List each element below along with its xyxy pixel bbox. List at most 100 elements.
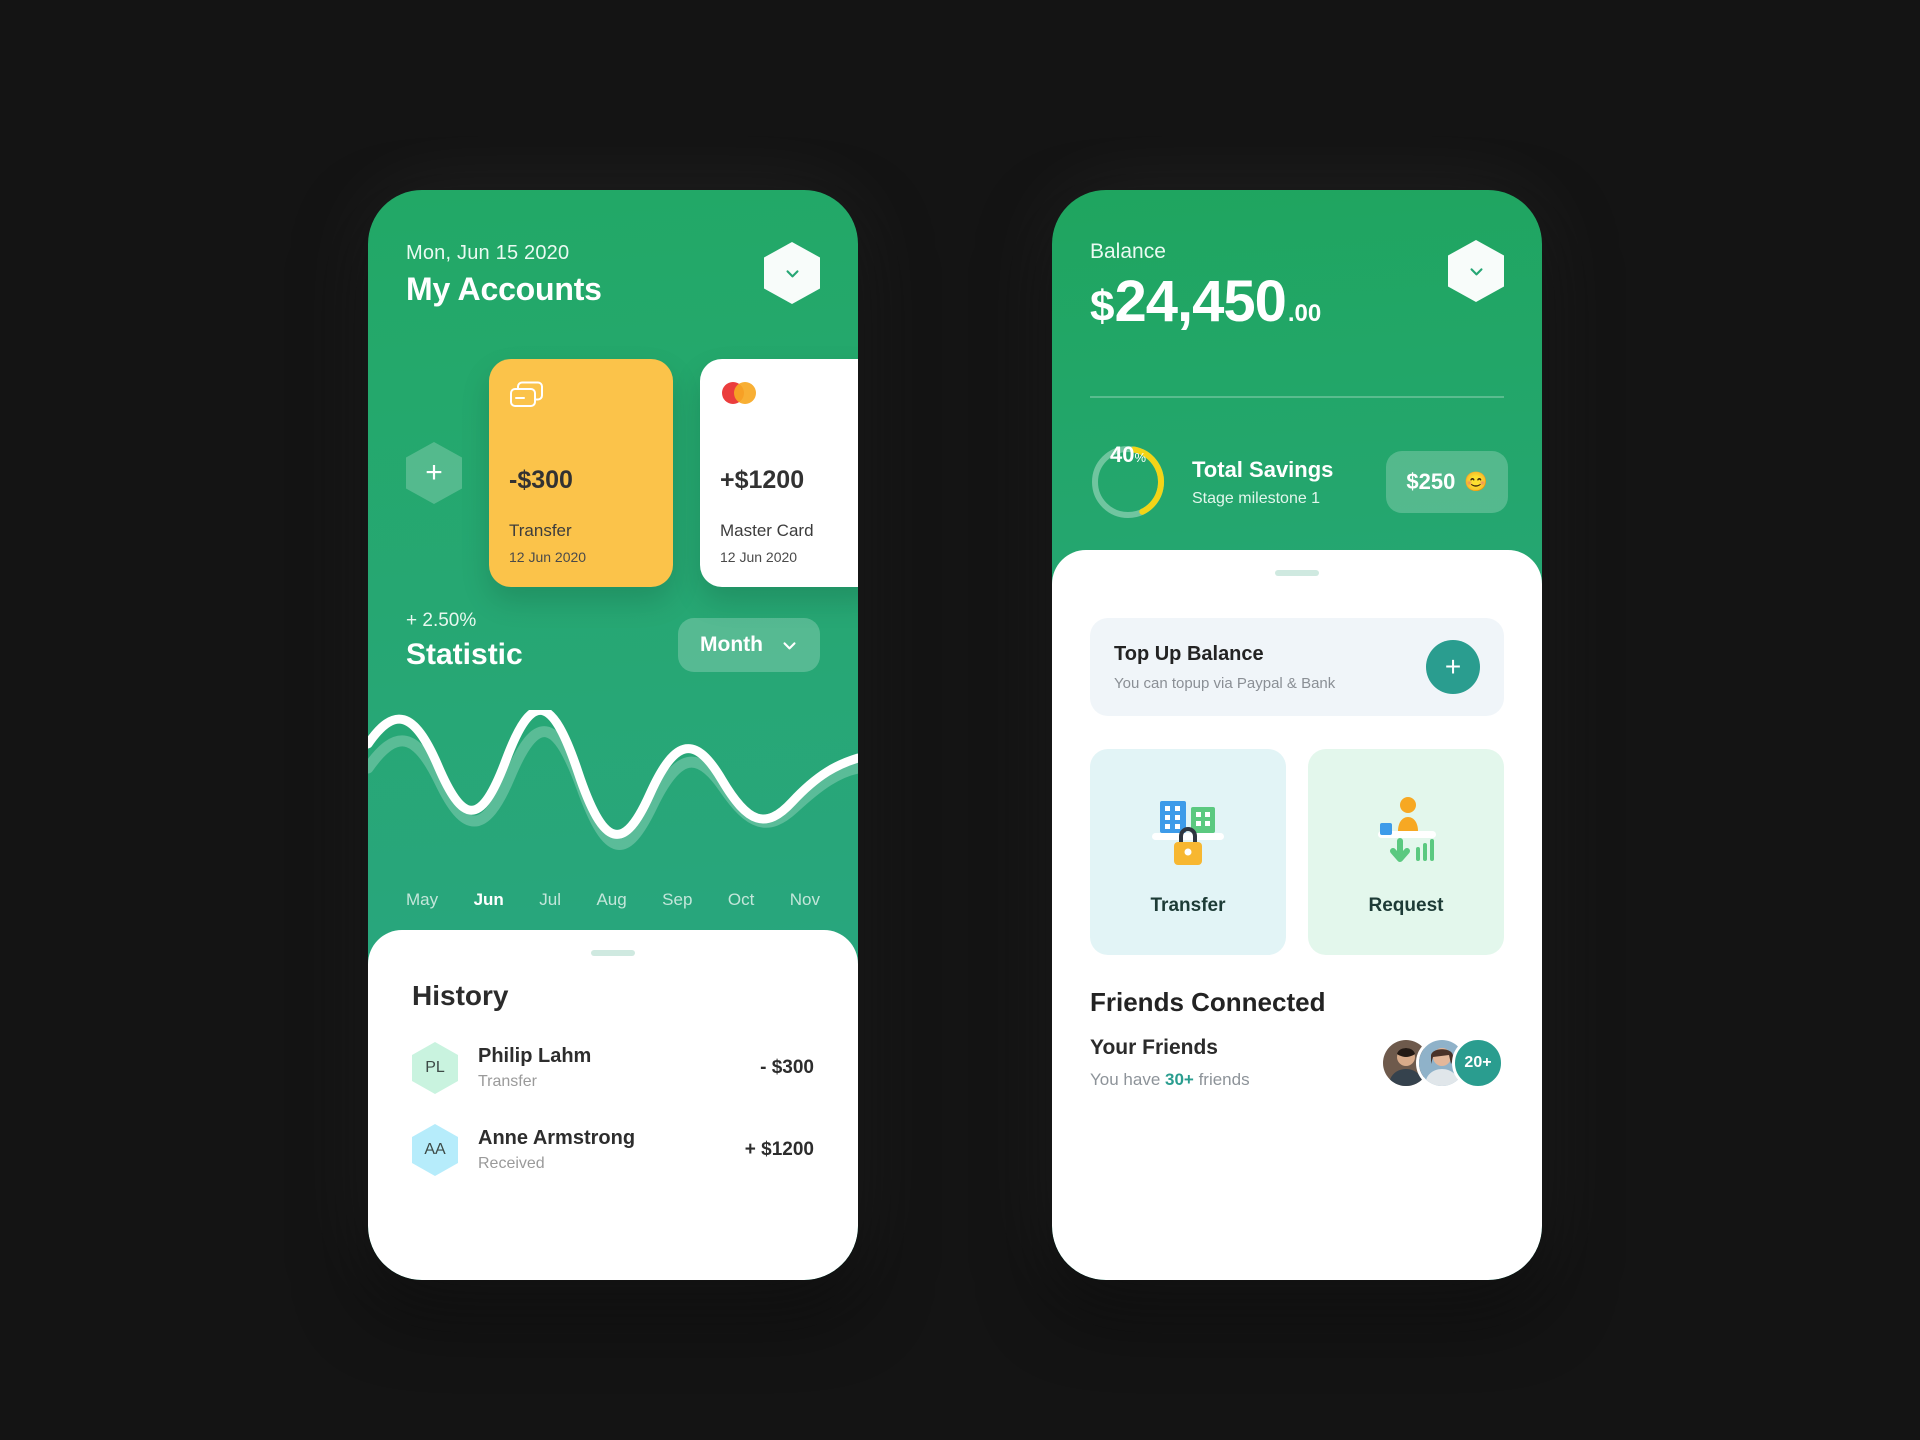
savings-percent-value: 40 bbox=[1109, 442, 1135, 467]
history-row[interactable]: AA Anne Armstrong Received + $1200 bbox=[412, 1124, 814, 1176]
statistic-title: Statistic bbox=[406, 638, 523, 671]
account-card-date: 12 Jun 2020 bbox=[509, 549, 587, 565]
history-row[interactable]: PL Philip Lahm Transfer - $300 bbox=[412, 1042, 814, 1094]
avatar-initials: PL bbox=[425, 1059, 445, 1076]
action-card-request[interactable]: Request bbox=[1308, 749, 1504, 955]
savings-title: Total Savings bbox=[1192, 456, 1334, 482]
account-card-date: 12 Jun 2020 bbox=[720, 549, 798, 565]
history-title: History bbox=[412, 980, 509, 1011]
header-divider bbox=[1090, 396, 1504, 398]
history-row-text: Anne Armstrong Received bbox=[478, 1127, 635, 1173]
history-name: Anne Armstrong bbox=[478, 1127, 636, 1149]
history-amount: - $300 bbox=[760, 1057, 814, 1078]
chevron-down-icon bbox=[785, 269, 799, 277]
friends-count-prefix: You have bbox=[1090, 1070, 1165, 1089]
friends-more-badge[interactable]: 20+ bbox=[1452, 1037, 1504, 1089]
avatar: AA bbox=[412, 1124, 458, 1176]
balance-bottom-sheet: Top Up Balance You can topup via Paypal … bbox=[1052, 550, 1542, 1280]
sheet-drag-handle[interactable] bbox=[1275, 570, 1319, 576]
month-tick-sep[interactable]: Sep bbox=[662, 890, 692, 910]
smiley-emoji-icon: 😊 bbox=[1464, 472, 1488, 493]
friends-count-text: You have 30+ friends bbox=[1090, 1070, 1250, 1090]
savings-amount: $250 bbox=[1406, 469, 1456, 494]
balance-label: Balance bbox=[1090, 240, 1166, 263]
savings-progress-ring: 40% bbox=[1088, 442, 1168, 522]
balance-amount: $ 24,450 .00 bbox=[1090, 268, 1321, 335]
savings-percent-symbol: % bbox=[1134, 450, 1147, 465]
accounts-card-carousel[interactable]: + -$300 Transfer 12 Jun 2020 +$1200 Mast… bbox=[406, 358, 858, 588]
avatar-initials: AA bbox=[424, 1141, 446, 1158]
plus-icon: + bbox=[425, 456, 443, 489]
chart-month-axis[interactable]: May Jun Jul Aug Sep Oct Nov bbox=[388, 890, 838, 910]
friends-count-value: 30+ bbox=[1165, 1070, 1194, 1089]
balance-header-text: Balance $ 24,450 .00 bbox=[1090, 240, 1321, 335]
chevron-down-icon bbox=[1469, 267, 1483, 275]
history-type: Received bbox=[478, 1155, 545, 1172]
account-card-mastercard[interactable]: +$1200 Master Card 12 Jun 2020 bbox=[700, 359, 858, 587]
range-selector-month[interactable]: Month bbox=[678, 618, 820, 672]
chevron-down-icon bbox=[783, 641, 796, 649]
top-up-add-button[interactable]: + bbox=[1426, 640, 1480, 694]
accounts-header-text: Mon, Jun 15 2020 My Accounts bbox=[406, 242, 602, 308]
month-tick-nov[interactable]: Nov bbox=[790, 890, 820, 910]
total-savings-widget[interactable]: 40% Total Savings Stage milestone 1 $250… bbox=[1088, 442, 1508, 522]
balance-header: Balance $ 24,450 .00 bbox=[1090, 240, 1504, 335]
current-date: Mon, Jun 15 2020 bbox=[406, 242, 570, 264]
quick-actions: Transfer Request bbox=[1090, 749, 1504, 955]
person-arrow-down-icon bbox=[1378, 797, 1436, 862]
friends-connected-title: Friends Connected bbox=[1090, 987, 1326, 1017]
friends-avatar-stack[interactable]: 20+ bbox=[1380, 1037, 1504, 1089]
history-amount: + $1200 bbox=[744, 1139, 814, 1160]
mastercard-icon bbox=[720, 381, 858, 427]
add-account-button[interactable]: + bbox=[406, 442, 462, 504]
top-up-text: Top Up Balance You can topup via Paypal … bbox=[1114, 643, 1335, 692]
top-up-subtitle: You can topup via Paypal & Bank bbox=[1114, 674, 1336, 692]
balance-decimals: .00 bbox=[1287, 300, 1322, 327]
account-card-amount: +$1200 bbox=[720, 466, 805, 494]
top-up-title: Top Up Balance bbox=[1114, 642, 1264, 665]
history-bottom-sheet: History PL Philip Lahm Transfer - $300 A… bbox=[368, 930, 858, 1280]
statistic-line-chart bbox=[368, 706, 858, 900]
history-type: Transfer bbox=[478, 1073, 537, 1090]
account-card-amount: -$300 bbox=[509, 466, 573, 494]
savings-amount-pill[interactable]: $250 😊 bbox=[1386, 451, 1508, 513]
savings-percent: 40% bbox=[1088, 442, 1168, 522]
account-card-transfer[interactable]: -$300 Transfer 12 Jun 2020 bbox=[489, 359, 673, 587]
range-selector-label: Month bbox=[700, 633, 763, 656]
phone-screen-accounts: Mon, Jun 15 2020 My Accounts + -$300 Tra… bbox=[368, 190, 858, 1280]
chart-series-previous bbox=[368, 726, 858, 850]
action-card-transfer[interactable]: Transfer bbox=[1090, 749, 1286, 955]
account-card-name: Transfer bbox=[509, 521, 572, 540]
collapse-header-button[interactable] bbox=[764, 242, 820, 304]
accounts-header: Mon, Jun 15 2020 My Accounts bbox=[406, 242, 820, 308]
friends-row[interactable]: Your Friends You have 30+ friends 20+ bbox=[1090, 1036, 1504, 1090]
statistic-title-group: + 2.50% Statistic bbox=[406, 610, 523, 672]
savings-text: Total Savings Stage milestone 1 bbox=[1192, 457, 1333, 508]
avatar: PL bbox=[412, 1042, 458, 1094]
month-tick-oct[interactable]: Oct bbox=[728, 890, 754, 910]
month-tick-jul[interactable]: Jul bbox=[539, 890, 561, 910]
cards-stack-icon bbox=[509, 381, 653, 427]
friends-count-suffix: friends bbox=[1193, 1070, 1250, 1089]
collapse-header-button[interactable] bbox=[1448, 240, 1504, 302]
history-row-text: Philip Lahm Transfer bbox=[478, 1045, 591, 1091]
statistic-header: + 2.50% Statistic Month bbox=[406, 610, 820, 672]
history-name: Philip Lahm bbox=[478, 1045, 592, 1067]
your-friends-label: Your Friends bbox=[1090, 1036, 1218, 1059]
month-tick-aug[interactable]: Aug bbox=[596, 890, 626, 910]
savings-subtitle: Stage milestone 1 bbox=[1192, 489, 1321, 507]
phone-screen-balance: Balance $ 24,450 .00 40% Total Savings S… bbox=[1052, 190, 1542, 1280]
month-tick-jun[interactable]: Jun bbox=[474, 890, 504, 910]
plus-icon: + bbox=[1444, 651, 1462, 682]
month-tick-may[interactable]: May bbox=[406, 890, 438, 910]
balance-currency: $ bbox=[1090, 282, 1115, 331]
balance-integer: 24,450 bbox=[1114, 269, 1286, 334]
action-label: Request bbox=[1368, 895, 1444, 916]
buildings-lock-icon bbox=[1152, 801, 1224, 865]
top-up-balance-card[interactable]: Top Up Balance You can topup via Paypal … bbox=[1090, 618, 1504, 716]
friends-text: Your Friends You have 30+ friends bbox=[1090, 1036, 1250, 1090]
sheet-drag-handle[interactable] bbox=[591, 950, 635, 956]
statistic-change: + 2.50% bbox=[406, 610, 477, 631]
page-title: My Accounts bbox=[406, 271, 602, 307]
canvas: Mon, Jun 15 2020 My Accounts + -$300 Tra… bbox=[0, 0, 1920, 1440]
